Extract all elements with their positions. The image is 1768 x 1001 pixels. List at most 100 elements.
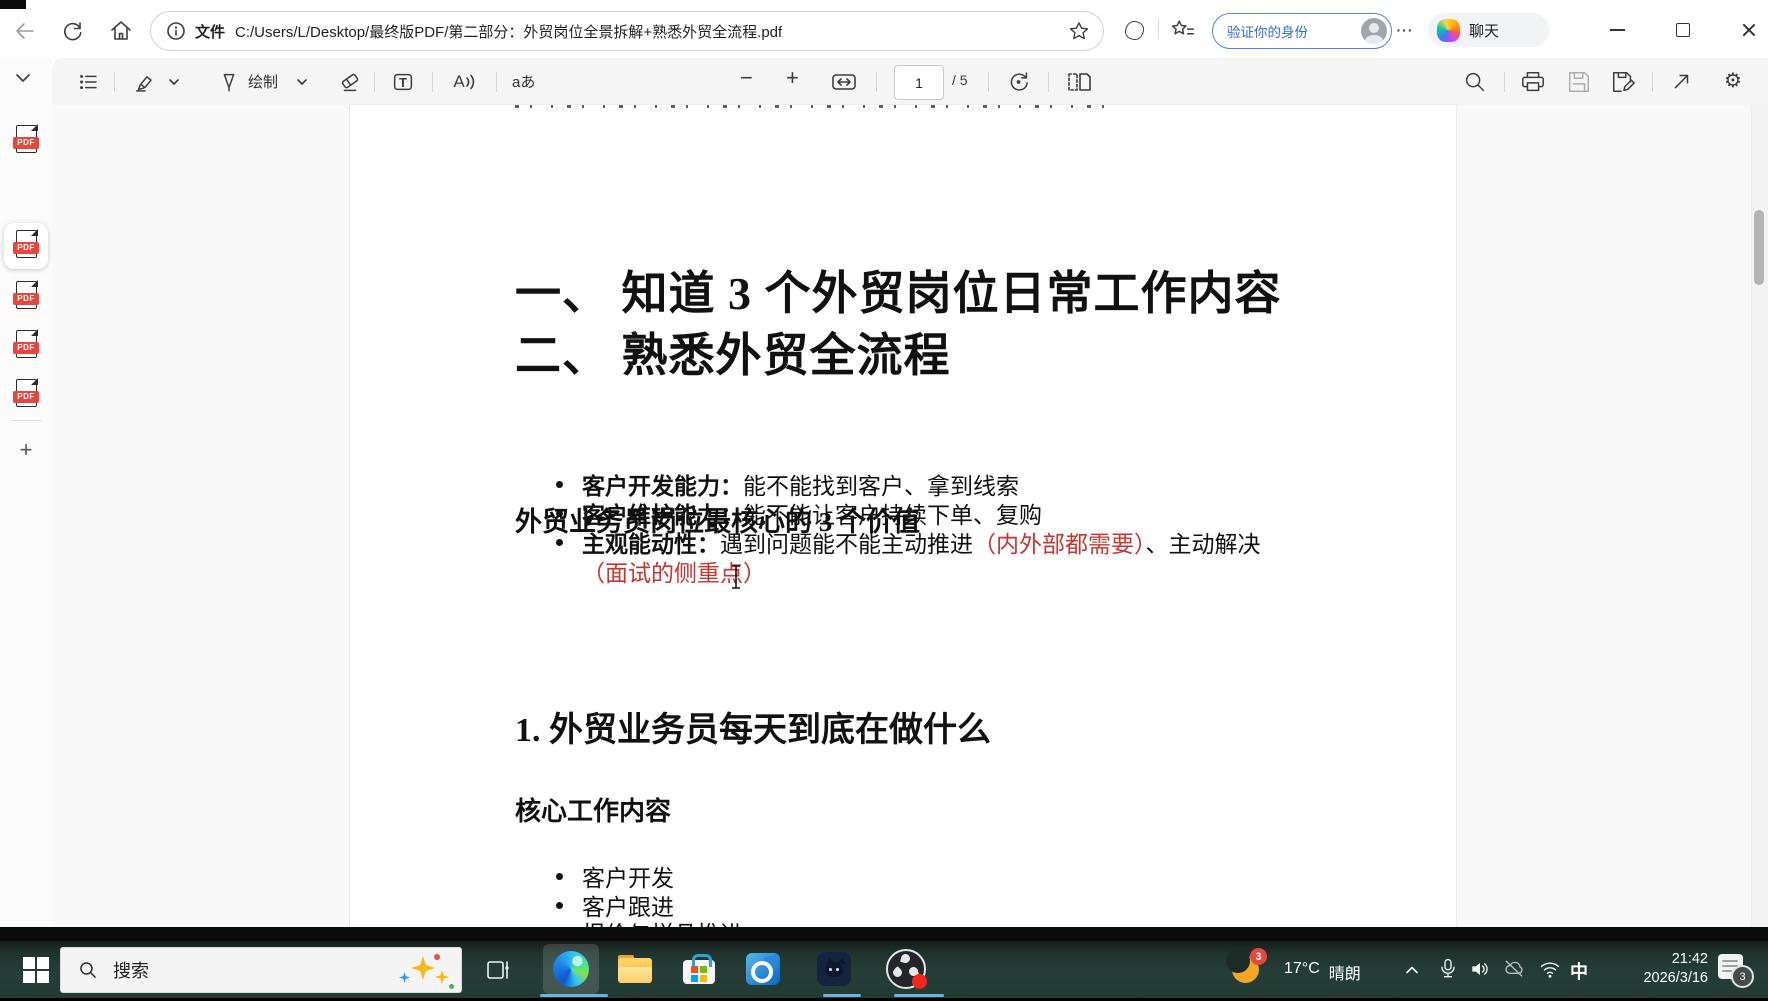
pdf-section-heading: 1. 外贸业务员每天到底在做什么: [515, 702, 991, 751]
cat-app-running-indicator: [823, 994, 861, 997]
favorites-list-icon[interactable]: [1168, 17, 1198, 43]
pdf-tab-3[interactable]: PDF: [13, 281, 39, 311]
notification-badge: 3: [1731, 965, 1754, 988]
file-explorer-icon: [618, 955, 652, 983]
search-document-button[interactable]: [1460, 68, 1490, 96]
translate-button[interactable]: aあ: [512, 71, 535, 92]
cat-app-icon: [817, 952, 851, 986]
draw-dropdown-chevron-icon[interactable]: [292, 72, 312, 92]
address-bar[interactable]: 文件 C:/Users/L/Desktop/最终版PDF/第二部分：外贸岗位全景…: [150, 11, 1104, 51]
profile-avatar: [1361, 18, 1387, 44]
pdf-scrollbar-thumb[interactable]: [1754, 210, 1764, 285]
eraser-button[interactable]: [336, 68, 366, 96]
pdf-heading-1: 一、 知道 3 个外贸岗位日常工作内容: [515, 257, 1282, 323]
wifi-tray-icon[interactable]: [1536, 955, 1564, 983]
pdf-page[interactable]: 一、 知道 3 个外贸岗位日常工作内容 二、 熟悉外贸全流程 外贸业务员岗位最核…: [350, 105, 1456, 927]
browser-essentials-icon[interactable]: [1120, 18, 1148, 42]
toolbar-divider: [1048, 72, 1049, 92]
table-of-contents-button[interactable]: [74, 68, 104, 96]
zoom-out-button[interactable]: −: [740, 65, 753, 91]
draw-button-label[interactable]: 绘制: [248, 71, 278, 92]
toolbar-divider: [1504, 72, 1505, 92]
page-number-input[interactable]: [894, 65, 944, 100]
home-button[interactable]: [106, 17, 136, 45]
maximize-button[interactable]: [1666, 15, 1700, 45]
save-button[interactable]: [1564, 68, 1594, 96]
taskbar-outlook-button[interactable]: [735, 944, 791, 994]
sidebar-collapse-chevron-icon[interactable]: [8, 66, 38, 90]
save-as-button[interactable]: [1608, 68, 1638, 96]
chat-label: 聊天: [1469, 20, 1499, 41]
address-url-text: C:/Users/L/Desktop/最终版PDF/第二部分：外贸岗位全景拆解+…: [235, 21, 782, 42]
highlighter-button[interactable]: [130, 68, 160, 96]
windows-taskbar: 搜索: [0, 941, 1768, 998]
refresh-button[interactable]: [58, 17, 88, 45]
new-tab-button[interactable]: +: [12, 436, 40, 464]
toolbar-divider: [876, 72, 877, 92]
clock-date: 2026/3/16: [1606, 969, 1708, 988]
copilot-icon: [1437, 19, 1460, 42]
windows-logo-icon: [23, 957, 49, 983]
clipped-previous-line: [515, 105, 1107, 108]
pdf-tab-1[interactable]: PDF: [13, 125, 39, 155]
volume-tray-icon[interactable]: [1466, 955, 1494, 983]
back-button[interactable]: [10, 17, 40, 45]
page-view-button[interactable]: [1064, 68, 1096, 96]
toolbar-divider: [432, 72, 433, 92]
pdf-tab-2-active[interactable]: PDF: [13, 230, 39, 260]
pdf-heading-2: 二、 熟悉外贸全流程: [515, 319, 951, 385]
fit-to-width-button[interactable]: [828, 68, 860, 96]
minimize-button[interactable]: [1600, 15, 1634, 45]
taskbar-obs-button[interactable]: [878, 944, 934, 994]
toolbar-divider: [374, 72, 375, 92]
draw-pen-icon[interactable]: [214, 68, 244, 96]
taskbar-search-box[interactable]: 搜索: [60, 947, 462, 993]
zoom-in-button[interactable]: +: [786, 65, 799, 91]
onedrive-paused-tray-icon[interactable]: [1500, 955, 1528, 983]
highlighter-dropdown-chevron-icon[interactable]: [164, 72, 184, 92]
task-view-icon: [484, 956, 512, 984]
start-button[interactable]: [16, 954, 56, 986]
taskbar-edge-button[interactable]: [543, 944, 599, 994]
weather-condition: 晴朗: [1329, 960, 1361, 984]
rotate-button[interactable]: [1004, 68, 1034, 96]
taskbar-store-button[interactable]: [671, 944, 727, 994]
add-text-button[interactable]: T: [388, 68, 418, 96]
taskbar-cat-app-button[interactable]: [806, 944, 862, 994]
task-view-button[interactable]: [478, 954, 518, 986]
obs-running-indicator: [894, 994, 944, 997]
microphone-tray-icon[interactable]: [1434, 955, 1462, 983]
fullscreen-button[interactable]: [1666, 68, 1696, 96]
taskbar-file-explorer-button[interactable]: [607, 944, 663, 994]
weather-widget[interactable]: 3: [1232, 956, 1259, 983]
pdf-file-icon: PDF: [13, 379, 39, 409]
print-button[interactable]: [1518, 68, 1548, 96]
pdf-viewer-area: 一、 知道 3 个外贸岗位日常工作内容 二、 熟悉外贸全流程 外贸业务员岗位最核…: [52, 105, 1768, 927]
browser-title-bar: 文件 C:/Users/L/Desktop/最终版PDF/第二部分：外贸岗位全景…: [0, 0, 1768, 58]
settings-more-button[interactable]: ···: [1388, 17, 1422, 43]
pdf-tab-5[interactable]: PDF: [13, 379, 39, 409]
pdf-file-icon: PDF: [13, 230, 39, 260]
notification-center-button[interactable]: 3: [1718, 954, 1743, 979]
work-bullet-3-clipped: 报价与样品推进: [582, 915, 743, 927]
screen: 文件 C:/Users/L/Desktop/最终版PDF/第二部分：外贸岗位全景…: [0, 0, 1768, 1001]
add-text-glyph: T: [399, 75, 407, 90]
microsoft-store-icon: [683, 954, 715, 984]
tab-strip-divider: [10, 420, 42, 421]
clock-widget[interactable]: 21:42 2026/3/16: [1606, 950, 1708, 988]
page-info-icon[interactable]: [165, 20, 187, 42]
toolbar-divider: [1652, 72, 1653, 92]
weather-text[interactable]: 17°C 晴朗: [1284, 960, 1361, 984]
copilot-chat-button[interactable]: 聊天: [1428, 13, 1549, 47]
tray-overflow-chevron-icon[interactable]: [1398, 957, 1426, 983]
weather-temp: 17°C: [1284, 960, 1320, 984]
ime-indicator[interactable]: 中: [1570, 958, 1588, 984]
recording-dot-badge: [912, 974, 927, 989]
pdf-tab-4[interactable]: PDF: [13, 330, 39, 360]
read-aloud-button[interactable]: A: [448, 68, 482, 96]
close-button[interactable]: [1732, 15, 1766, 45]
favorite-star-icon[interactable]: [1067, 19, 1091, 43]
weather-badge: 3: [1250, 948, 1267, 965]
pdf-settings-gear-icon[interactable]: ⚙: [1724, 68, 1742, 93]
verify-identity-button[interactable]: 验证你的身份: [1212, 13, 1392, 49]
